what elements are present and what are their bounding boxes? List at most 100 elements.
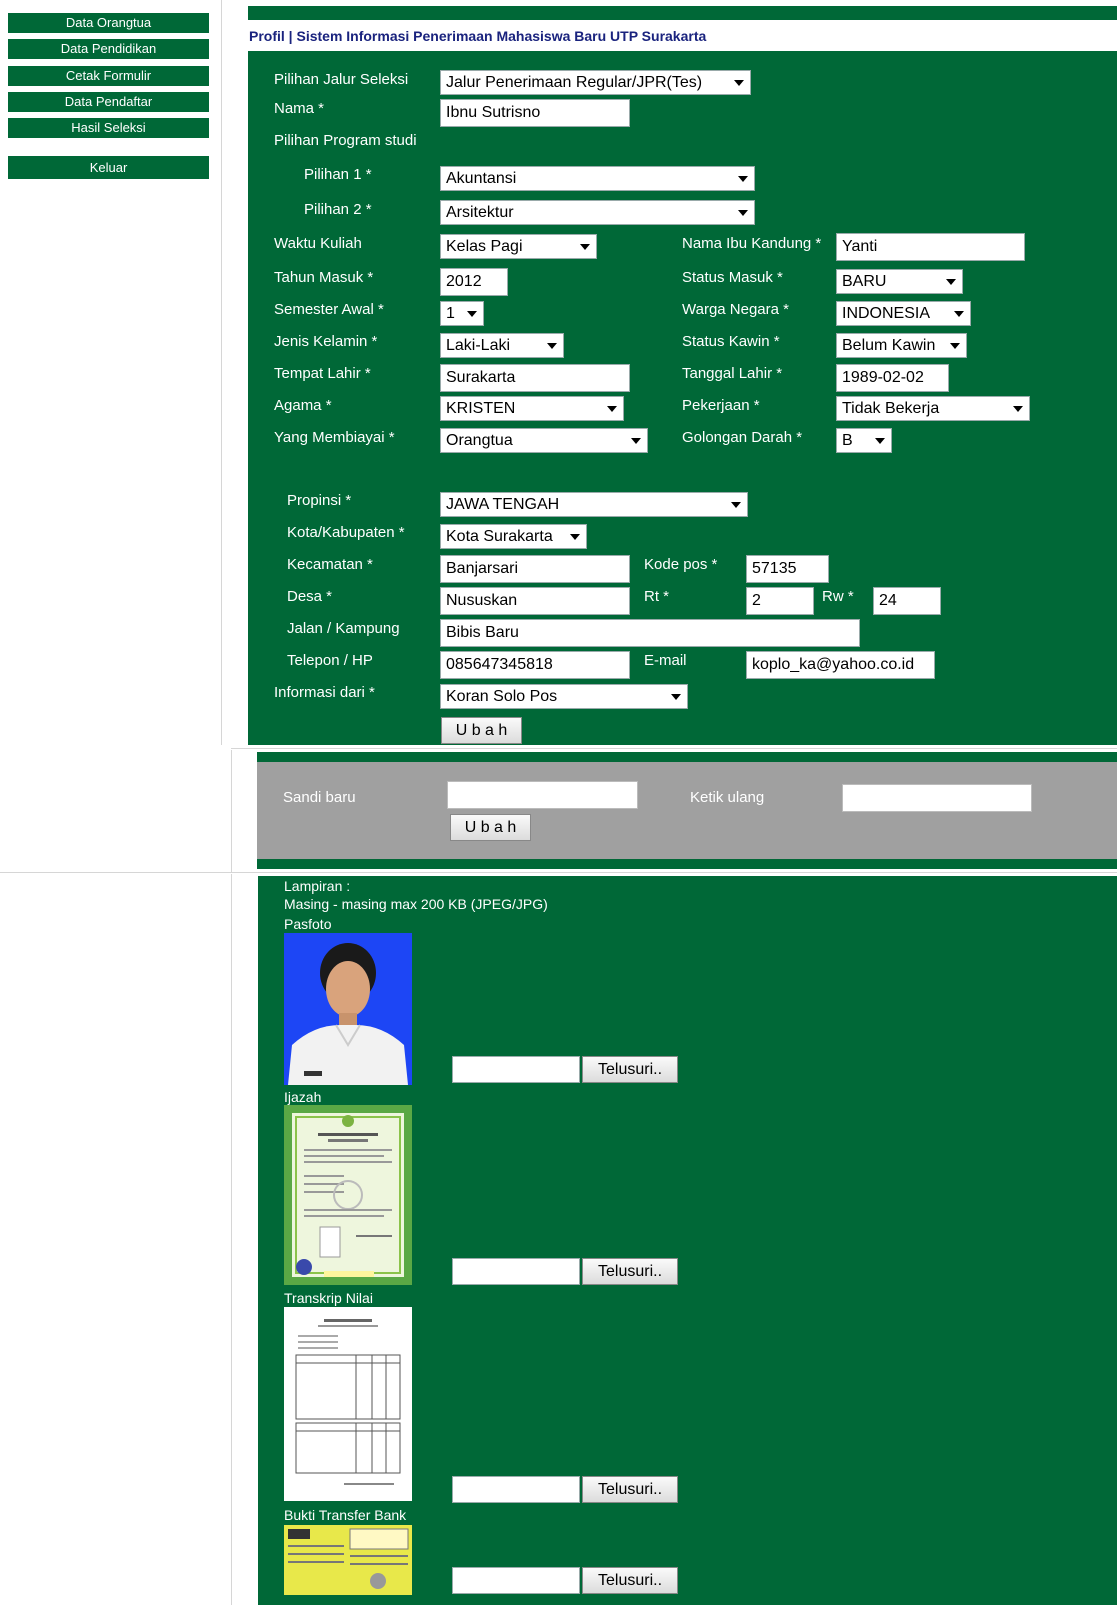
- transkrip-browse-button[interactable]: Telusuri..: [582, 1476, 678, 1503]
- chevron-down-icon: [631, 438, 641, 444]
- darah-label: Golongan Darah *: [682, 429, 803, 446]
- tanggal-label: Tanggal Lahir *: [682, 365, 783, 382]
- bukti-transfer-browse-button[interactable]: Telusuri..: [582, 1567, 678, 1594]
- chevron-down-icon: [580, 244, 590, 250]
- page-title: Profil | Sistem Informasi Penerimaan Mah…: [249, 28, 707, 44]
- pasfoto-file-field[interactable]: [452, 1056, 580, 1083]
- chevron-down-icon: [731, 502, 741, 508]
- ibu-field[interactable]: Yanti: [836, 233, 1025, 261]
- transkrip-label: Transkrip Nilai: [284, 1290, 373, 1306]
- bukti-transfer-label: Bukti Transfer Bank: [284, 1507, 407, 1523]
- ubah-password-button[interactable]: U b a h: [450, 814, 531, 841]
- semester-select[interactable]: 1: [440, 301, 484, 326]
- rw-label: Rw *: [822, 588, 854, 605]
- kota-select[interactable]: Kota Surakarta: [440, 524, 587, 549]
- waktu-label: Waktu Kuliah: [274, 235, 362, 252]
- biaya-select[interactable]: Orangtua: [440, 428, 648, 453]
- pekerjaan-label: Pekerjaan *: [682, 397, 760, 414]
- ubah-profile-button[interactable]: U b a h: [441, 717, 522, 744]
- tahun-label: Tahun Masuk *: [274, 269, 374, 286]
- jalur-select[interactable]: Jalur Penerimaan Regular/JPR(Tes): [440, 70, 751, 95]
- chevron-down-icon: [946, 279, 956, 285]
- header-bar: [248, 6, 1117, 20]
- lampiran-note: Masing - masing max 200 KB (JPEG/JPG): [284, 896, 548, 912]
- divider: [0, 872, 1117, 873]
- sidebar-item-data-orangtua[interactable]: Data Orangtua: [8, 13, 209, 33]
- sidebar-item-data-pendaftar[interactable]: Data Pendaftar: [8, 92, 209, 112]
- chevron-down-icon: [1013, 406, 1023, 412]
- bukti-transfer-file-field[interactable]: [452, 1567, 580, 1594]
- kawin-label: Status Kawin *: [682, 333, 780, 350]
- chevron-down-icon: [570, 534, 580, 540]
- desa-field[interactable]: Nususkan: [440, 587, 630, 615]
- email-field[interactable]: koplo_ka@yahoo.co.id: [746, 651, 935, 679]
- pilihan1-select[interactable]: Akuntansi: [440, 166, 755, 191]
- sidebar-item-cetak-formulir[interactable]: Cetak Formulir: [8, 66, 209, 86]
- pasfoto-image: [284, 933, 412, 1085]
- nama-field[interactable]: Ibnu Sutrisno: [440, 99, 630, 127]
- chevron-down-icon: [950, 343, 960, 349]
- divider: [221, 0, 222, 745]
- bukti-transfer-image: [284, 1525, 412, 1595]
- divider: [231, 748, 1117, 749]
- rw-field[interactable]: 24: [873, 587, 941, 615]
- jalan-field[interactable]: Bibis Baru: [440, 619, 860, 647]
- telepon-label: Telepon / HP: [287, 652, 373, 669]
- lampiran-title: Lampiran :: [284, 878, 351, 894]
- pilihan2-label: Pilihan 2 *: [304, 201, 372, 218]
- transkrip-image: [284, 1307, 412, 1501]
- chevron-down-icon: [671, 694, 681, 700]
- tahun-field[interactable]: 2012: [440, 268, 508, 296]
- password-panel-top: [257, 752, 1117, 762]
- pasfoto-label: Pasfoto: [284, 916, 332, 932]
- warga-select[interactable]: INDONESIA: [836, 301, 971, 326]
- transkrip-file-field[interactable]: [452, 1476, 580, 1503]
- agama-select[interactable]: KRISTEN: [440, 396, 624, 421]
- propinsi-select[interactable]: JAWA TENGAH: [440, 492, 748, 517]
- password-panel-bottom: [257, 859, 1117, 869]
- sidebar-item-keluar[interactable]: Keluar: [8, 156, 209, 179]
- email-label: E-mail: [644, 652, 687, 669]
- sidebar-item-hasil-seleksi[interactable]: Hasil Seleksi: [8, 118, 209, 138]
- chevron-down-icon: [738, 176, 748, 182]
- waktu-select[interactable]: Kelas Pagi: [440, 234, 597, 259]
- status-masuk-label: Status Masuk *: [682, 269, 783, 286]
- ketik-ulang-field[interactable]: [842, 784, 1032, 812]
- kota-label: Kota/Kabupaten *: [287, 524, 405, 541]
- agama-label: Agama *: [274, 397, 332, 414]
- ijazah-image: [284, 1105, 412, 1285]
- ketik-ulang-label: Ketik ulang: [690, 789, 765, 806]
- sandi-baru-field[interactable]: [447, 781, 638, 809]
- chevron-down-icon: [467, 311, 477, 317]
- pilihan2-select[interactable]: Arsitektur: [440, 200, 755, 225]
- telepon-field[interactable]: 085647345818: [440, 651, 630, 679]
- chevron-down-icon: [607, 406, 617, 412]
- tanggal-field[interactable]: 1989-02-02: [836, 364, 949, 392]
- chevron-down-icon: [738, 210, 748, 216]
- jalan-label: Jalan / Kampung: [287, 620, 400, 637]
- rt-field[interactable]: 2: [746, 587, 814, 615]
- kodepos-field[interactable]: 57135: [746, 555, 829, 583]
- chevron-down-icon: [875, 438, 885, 444]
- biaya-label: Yang Membiayai *: [274, 429, 395, 446]
- status-masuk-select[interactable]: BARU: [836, 269, 963, 294]
- tempat-label: Tempat Lahir *: [274, 365, 371, 382]
- chevron-down-icon: [954, 311, 964, 317]
- tempat-field[interactable]: Surakarta: [440, 364, 630, 392]
- sandi-baru-label: Sandi baru: [283, 789, 356, 806]
- darah-select[interactable]: B: [836, 428, 892, 453]
- warga-label: Warga Negara *: [682, 301, 789, 318]
- nama-label: Nama *: [274, 100, 325, 117]
- pekerjaan-select[interactable]: Tidak Bekerja: [836, 396, 1030, 421]
- ijazah-file-field[interactable]: [452, 1258, 580, 1285]
- sidebar-item-data-pendidikan[interactable]: Data Pendidikan: [8, 39, 209, 59]
- kawin-select[interactable]: Belum Kawin: [836, 333, 967, 358]
- jk-select[interactable]: Laki-Laki: [440, 333, 564, 358]
- pasfoto-browse-button[interactable]: Telusuri..: [582, 1056, 678, 1083]
- kecamatan-field[interactable]: Banjarsari: [440, 555, 630, 583]
- semester-label: Semester Awal *: [274, 301, 384, 318]
- rt-label: Rt *: [644, 588, 670, 605]
- desa-label: Desa *: [287, 588, 333, 605]
- info-select[interactable]: Koran Solo Pos: [440, 684, 688, 709]
- ijazah-browse-button[interactable]: Telusuri..: [582, 1258, 678, 1285]
